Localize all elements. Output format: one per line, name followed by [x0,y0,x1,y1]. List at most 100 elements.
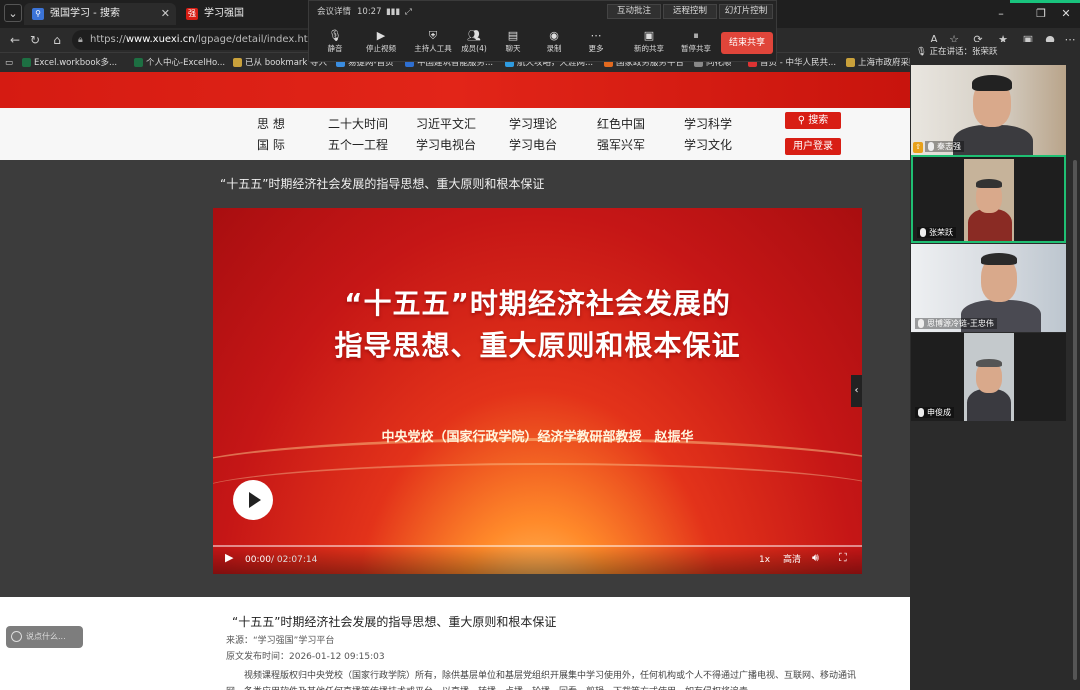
camera-icon: ▶︎ [376,29,386,42]
quality-button[interactable]: 高清 [783,554,801,566]
meeting-details-link[interactable]: 会议详情 [317,5,351,19]
play-icon[interactable]: ▶ [225,552,233,564]
nav-link[interactable]: 思 想 [257,116,285,132]
reload-icon[interactable]: ↻ [26,31,44,49]
chat-button[interactable]: ▤ 聊天 [493,29,533,55]
current-time: 00:00 [245,555,271,565]
speaking-label: 正在讲话：张荣跃 [929,47,998,57]
login-button[interactable]: 用户登录 [785,138,841,155]
article-body: 视频课程版权归中央党校（国家行政学院）所有，除供基层单位和基层党组织开展集中学习… [226,671,857,690]
more-label: 更多 [588,44,604,53]
signal-icon: ▮▮▮ [386,7,401,17]
slide-control-button[interactable]: 幻灯片控制 [719,4,773,19]
speaking-indicator: 🎙︎ 正在讲话：张荣跃 [916,45,998,59]
microphone-icon: 🎙︎ [328,29,342,42]
volume-icon[interactable]: 🔊︎ [812,552,819,564]
back-icon[interactable]: ← [6,31,24,49]
pause-share-label: 暂停共享 [681,44,711,53]
nav-link[interactable]: 习近平文汇 [416,116,476,132]
search-button[interactable]: ⚲ 搜索 [785,112,841,129]
video-controls: ▶ 00:00 / 02:07:14 1x 高清 🔊︎ ⛶ [213,546,862,574]
tab-xuexi[interactable]: 强 学习强国 [178,3,310,25]
nav-link[interactable]: 学习电视台 [416,137,476,153]
participant-name: 思博源冷链-王忠伟 [915,318,997,329]
participant-video [964,159,1014,241]
record-icon: ◉ [549,29,559,42]
nav-link[interactable]: 五个一工程 [328,137,388,153]
host-badge-icon: ⇧ [913,142,923,153]
nav-link[interactable]: 二十大时间 [328,116,388,132]
more-icon: ⋯ [590,29,602,42]
participant-tile[interactable]: ⇧ 秦志强 [911,65,1066,155]
members-button[interactable]: 👥︎ 成员(4) [454,29,494,55]
nav-link[interactable]: 学习科学 [684,116,732,132]
new-share-label: 新的共享 [634,44,664,53]
members-icon: 👥︎ [467,29,481,42]
minimize-icon[interactable]: – [985,0,1017,28]
tab-search-label: 强国学习 - 搜索 [50,8,120,19]
nav-link[interactable]: 学习电台 [509,137,557,153]
more-button[interactable]: ⋯ 更多 [576,29,616,55]
participant-video [964,333,1014,421]
excelhome-icon [134,58,143,67]
new-share-button[interactable]: ▣ 新的共享 [629,29,669,55]
participant-figure [976,359,1002,367]
stop-video-button[interactable]: ▶︎ 停止视频 [361,29,401,55]
bookmark-label: 个人中心-ExcelHo... [146,58,226,68]
microphone-icon [920,228,926,237]
participant-tile[interactable]: 思博源冷链-王忠伟 [911,244,1066,332]
participant-name: 秦志强 [925,141,964,152]
host-tools-button[interactable]: ⛨ 主持人工具 [410,29,456,55]
annotate-button[interactable]: 互动批注 [607,4,661,19]
pause-share-icon: ⏸︎ [693,29,699,42]
collapse-panel-chevron-icon[interactable]: ‹ [851,375,862,407]
bookmark-item[interactable]: 个人中心-ExcelHo... [134,55,225,71]
meeting-time: 10:27 [357,7,382,17]
end-share-button[interactable]: 结束共享 [721,32,773,54]
home-icon[interactable]: ⌂ [48,31,66,49]
tab-search[interactable]: ⚲ 强国学习 - 搜索 ✕ [24,3,176,25]
mute-button[interactable]: 🎙︎ 静音 [315,29,355,55]
xuexi-logo-icon: 强 [186,8,198,20]
nav-link[interactable]: 学习理论 [509,116,557,132]
close-window-icon[interactable]: ✕ [1050,0,1080,28]
microphone-icon [918,319,924,328]
url-domain: www.xuexi.cn [125,34,195,45]
close-icon[interactable]: ✕ [161,3,170,25]
comment-input[interactable]: 说点什么... [6,626,83,648]
bookmark-item[interactable]: Excel.workbook多... [22,55,117,71]
participant-figure [967,389,1011,421]
nav-link[interactable]: 强军兴军 [597,137,645,153]
microphone-icon: 🎙︎ [916,47,930,57]
url-field[interactable]: 🔒︎ https://www.xuexi.cn/lgpage/detail/in… [72,30,327,50]
pause-share-button[interactable]: ⏸︎ 暂停共享 [676,29,716,55]
comment-icon [11,631,22,642]
participant-name: 申俊成 [915,407,954,418]
record-button[interactable]: ◉ 录制 [534,29,574,55]
video-player[interactable]: “十五五”时期经济社会发展的 指导思想、重大原则和根本保证 中央党校（国家行政学… [213,208,862,574]
speed-button[interactable]: 1x [759,554,770,566]
participant-figure [976,179,1002,188]
participant-tile-active[interactable]: 张荣跃 [911,155,1066,243]
play-overlay-button[interactable] [233,480,273,520]
nav-link[interactable]: 国 际 [257,137,285,153]
members-label: 成员(4) [461,44,487,53]
duration: / 02:07:14 [271,555,318,565]
expand-window-icon[interactable]: ⤢ [405,5,412,19]
chat-icon: ▤ [507,29,519,42]
search-label: 搜索 [808,115,829,126]
tab-actions-chevron-icon[interactable]: ⌄ [4,4,22,22]
remote-control-button[interactable]: 远程控制 [663,4,717,19]
bookmark-toggle-icon[interactable]: ▭ [5,55,13,71]
participant-tile[interactable]: 申俊成 [911,333,1066,421]
nav-link[interactable]: 学习文化 [684,137,732,153]
scrollbar[interactable] [1073,160,1077,680]
share-icon: ▣ [643,29,655,42]
lock-icon: 🔒︎ [78,35,83,45]
site-icon [846,58,855,67]
fullscreen-icon[interactable]: ⛶ [839,552,847,564]
search-icon: ⚲ [797,115,809,126]
tab-xuexi-label: 学习强国 [204,8,244,19]
nav-link[interactable]: 红色中国 [597,116,645,132]
mute-label: 静音 [327,44,343,53]
